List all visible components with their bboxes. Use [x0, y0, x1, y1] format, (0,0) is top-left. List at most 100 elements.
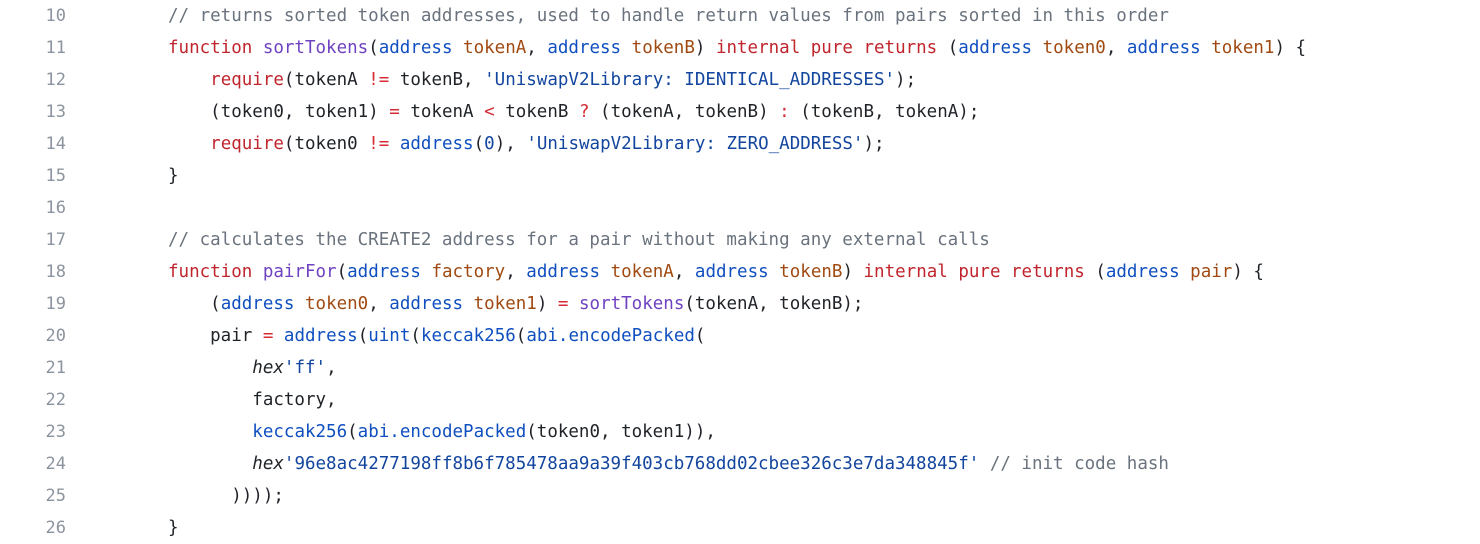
- token-punct: ): [536, 294, 558, 314]
- token-plain: (token0, token1)),: [526, 422, 716, 442]
- token-punct: ) {: [1232, 262, 1264, 282]
- token-punct: (: [515, 326, 527, 346]
- token-punct: (: [357, 326, 369, 346]
- token-keyword: function: [168, 38, 263, 58]
- token-builtin: keccak256: [420, 326, 516, 346]
- token-punct: (: [168, 294, 221, 314]
- token-punct: );: [895, 70, 917, 90]
- token-type: address: [1105, 262, 1180, 282]
- token-punct: (: [347, 422, 358, 442]
- token-param: tokenB: [779, 262, 843, 282]
- code-line: 16: [0, 192, 1480, 224]
- token-func: pairFor: [262, 262, 337, 282]
- token-punct: (: [937, 38, 959, 58]
- code-line-content: hex'96e8ac4277198ff8b6f785478aa9a39f403c…: [66, 448, 1169, 480]
- token-param: pair: [1190, 262, 1233, 282]
- token-string: 'UniswapV2Library: IDENTICAL_ADDRESSES': [484, 70, 896, 90]
- token-type: address: [399, 134, 474, 154]
- token-punct: (: [473, 134, 485, 154]
- token-builtin: keccak256: [252, 422, 348, 442]
- line-number: 26: [45, 518, 66, 538]
- token-plain: }: [168, 166, 179, 186]
- token-comment: // init code hash: [989, 454, 1169, 474]
- code-line-content: factory,: [66, 384, 337, 416]
- token-operator: =: [557, 294, 569, 314]
- token-param: token1: [473, 294, 537, 314]
- token-keyword: internal pure returns: [863, 262, 1085, 282]
- token-keyword: require: [210, 70, 284, 90]
- code-line: 23 keccak256(abi.encodePacked(token0, to…: [0, 416, 1480, 448]
- token-plain: (tokenA, tokenB);: [684, 294, 864, 314]
- token-plain: factory,: [168, 390, 337, 410]
- code-line: 22 factory,: [0, 384, 1480, 416]
- token-punct: ,: [526, 38, 548, 58]
- token-punct: ): [694, 38, 716, 58]
- token-plain: (token0, token1): [168, 102, 390, 122]
- token-builtin: abi.encodePacked: [357, 422, 527, 442]
- token-hexkw: hex: [252, 358, 284, 378]
- token-punct: ,: [1105, 38, 1127, 58]
- token-hexkw: hex: [252, 454, 284, 474]
- code-line: 13 (token0, token1) = tokenA < tokenB ? …: [0, 96, 1480, 128]
- token-builtin: abi.encodePacked: [526, 326, 695, 346]
- code-line-content: require(token0 != address(0), 'UniswapV2…: [66, 128, 885, 160]
- token-type: address: [220, 294, 295, 314]
- token-plain: tokenB: [494, 102, 579, 122]
- code-line: 26}: [0, 512, 1480, 544]
- token-punct: ,: [673, 262, 695, 282]
- code-line-content: function sortTokens(address tokenA, addr…: [66, 32, 1306, 64]
- token-type: address: [283, 326, 358, 346]
- code-line-content: hex'ff',: [66, 352, 336, 384]
- code-line-content: keccak256(abi.encodePacked(token0, token…: [66, 416, 716, 448]
- code-line: 21 hex'ff',: [0, 352, 1480, 384]
- code-line-list: 10 // returns sorted token addresses, use…: [0, 0, 1480, 544]
- line-number: 22: [45, 390, 66, 410]
- token-punct: (: [410, 326, 421, 346]
- code-line: 17 // calculates the CREATE2 address for …: [0, 224, 1480, 256]
- token-punct: (: [694, 326, 706, 346]
- token-type: address: [378, 38, 453, 58]
- line-number: 24: [45, 454, 66, 474]
- code-line-content: // calculates the CREATE2 address for a …: [66, 224, 990, 256]
- code-line-content: // returns sorted token addresses, used …: [66, 0, 1169, 32]
- token-punct: (: [368, 38, 379, 58]
- token-punct: (: [336, 262, 348, 282]
- line-number: 16: [45, 198, 66, 218]
- line-number: 19: [45, 294, 66, 314]
- line-number: 10: [45, 6, 66, 26]
- token-punct: );: [863, 134, 885, 154]
- token-type: address: [694, 262, 769, 282]
- token-punct: ) {: [1274, 38, 1307, 58]
- token-keyword: internal pure returns: [715, 38, 938, 58]
- token-number: 0: [484, 134, 495, 154]
- line-number: 15: [45, 166, 66, 186]
- line-number: 21: [45, 358, 66, 378]
- line-number: 12: [45, 70, 66, 90]
- code-viewer[interactable]: 10 // returns sorted token addresses, use…: [0, 0, 1480, 544]
- token-param: token0: [1042, 38, 1106, 58]
- token-keyword: function: [168, 262, 263, 282]
- code-line: 11 function sortTokens(address tokenA, ad…: [0, 32, 1480, 64]
- token-param: token0: [305, 294, 369, 314]
- line-number: 20: [45, 326, 66, 346]
- token-punct: ),: [494, 134, 527, 154]
- line-number: 18: [45, 262, 66, 282]
- token-type: address: [1126, 38, 1201, 58]
- code-line: 15}: [0, 160, 1480, 192]
- line-number: 23: [45, 422, 66, 442]
- line-number: 13: [45, 102, 66, 122]
- code-line-content: (address token0, address token1) = sortT…: [66, 288, 863, 320]
- token-keyword: require: [210, 134, 284, 154]
- code-line: 12 require(tokenA != tokenB, 'UniswapV2L…: [0, 64, 1480, 96]
- code-line-content: function pairFor(address factory, addres…: [66, 256, 1264, 288]
- token-func: sortTokens: [262, 38, 369, 58]
